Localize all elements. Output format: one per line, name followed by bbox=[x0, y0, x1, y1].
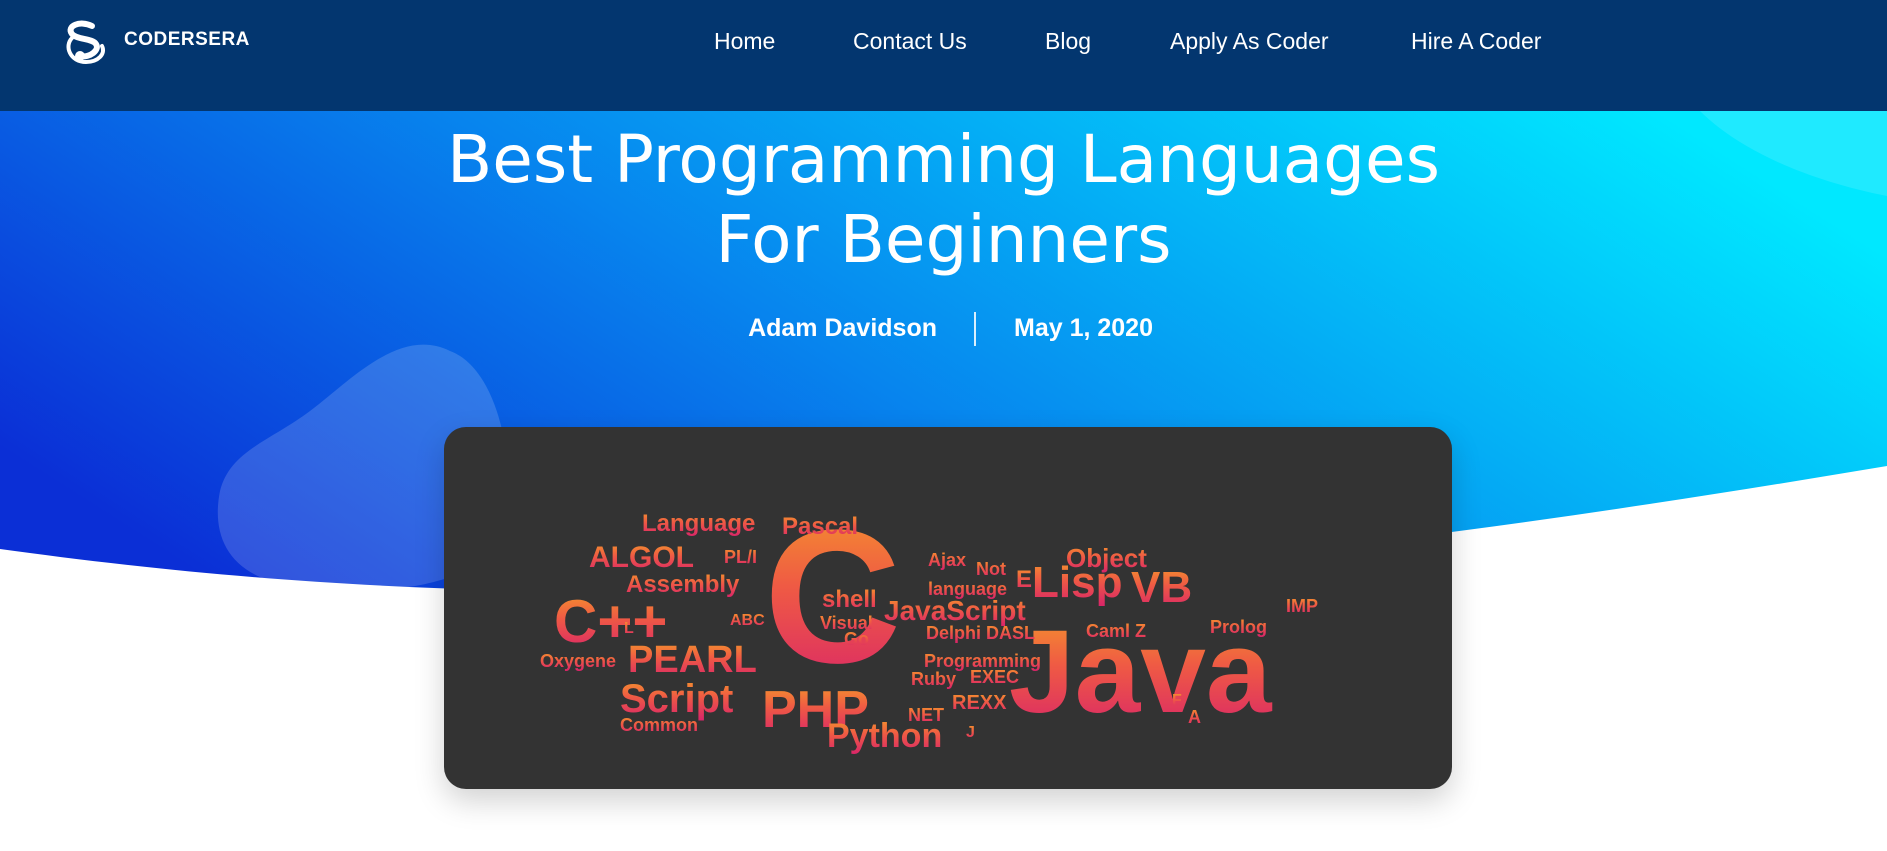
word-language-lc: language bbox=[928, 579, 1007, 599]
word-shell: shell bbox=[822, 586, 877, 613]
article-date: May 1, 2020 bbox=[1014, 314, 1153, 342]
word-pascal: Pascal bbox=[782, 513, 858, 540]
word-not: Not bbox=[976, 559, 1006, 579]
word-assembly: Assembly bbox=[626, 571, 740, 598]
word-prolog: Prolog bbox=[1210, 617, 1267, 637]
word-pearl: PEARL bbox=[628, 639, 757, 681]
word-dasl: DASL bbox=[986, 623, 1035, 643]
word-delphi: Delphi bbox=[926, 623, 981, 643]
word-e: E bbox=[1016, 566, 1032, 593]
article-author[interactable]: Adam Davidson bbox=[748, 314, 937, 343]
meta-divider bbox=[974, 312, 976, 346]
word-exec: EXEC bbox=[970, 667, 1019, 687]
word-object: Object bbox=[1066, 543, 1147, 573]
word-f: F bbox=[1172, 692, 1182, 709]
word-language: Language bbox=[642, 510, 755, 537]
word-camlz: Caml Z bbox=[1086, 621, 1146, 641]
article-title: Best Programming Languages For Beginners bbox=[0, 120, 1887, 280]
word-common: Common bbox=[620, 715, 698, 735]
nav-contact-us[interactable]: Contact Us bbox=[853, 28, 967, 55]
main-nav: Home Contact Us Blog Apply As Coder Hire… bbox=[0, 28, 1887, 58]
site-header: CODERSERA Home Contact Us Blog Apply As … bbox=[0, 0, 1887, 111]
word-j: J bbox=[966, 724, 975, 741]
word-pli: PL/I bbox=[724, 547, 757, 567]
word-javascript: JavaScript bbox=[884, 595, 1026, 626]
word-ruby: Ruby bbox=[911, 669, 956, 689]
nav-blog[interactable]: Blog bbox=[1045, 28, 1091, 55]
featured-image: Java C C++ PHP Script PEARL Python Lisp … bbox=[444, 427, 1452, 789]
word-net: NET bbox=[908, 705, 944, 725]
nav-hire-a-coder[interactable]: Hire A Coder bbox=[1411, 28, 1541, 55]
word-go: Go bbox=[844, 629, 869, 649]
word-oxygene: Oxygene bbox=[540, 651, 616, 671]
article-meta: Adam Davidson May 1, 2020 bbox=[0, 312, 1887, 348]
nav-apply-as-coder[interactable]: Apply As Coder bbox=[1170, 28, 1329, 55]
word-abc: ABC bbox=[730, 612, 765, 629]
word-l: L bbox=[624, 620, 634, 637]
word-a: A bbox=[1188, 707, 1201, 727]
nav-home[interactable]: Home bbox=[714, 28, 775, 55]
word-algol: ALGOL bbox=[589, 541, 694, 574]
word-ajax: Ajax bbox=[928, 550, 966, 570]
word-rexx: REXX bbox=[952, 692, 1007, 714]
word-imp: IMP bbox=[1286, 596, 1318, 616]
article-title-line-2: For Beginners bbox=[715, 201, 1172, 278]
programming-languages-word-cloud: Java C C++ PHP Script PEARL Python Lisp … bbox=[540, 491, 1318, 755]
article-title-line-1: Best Programming Languages bbox=[446, 121, 1441, 198]
